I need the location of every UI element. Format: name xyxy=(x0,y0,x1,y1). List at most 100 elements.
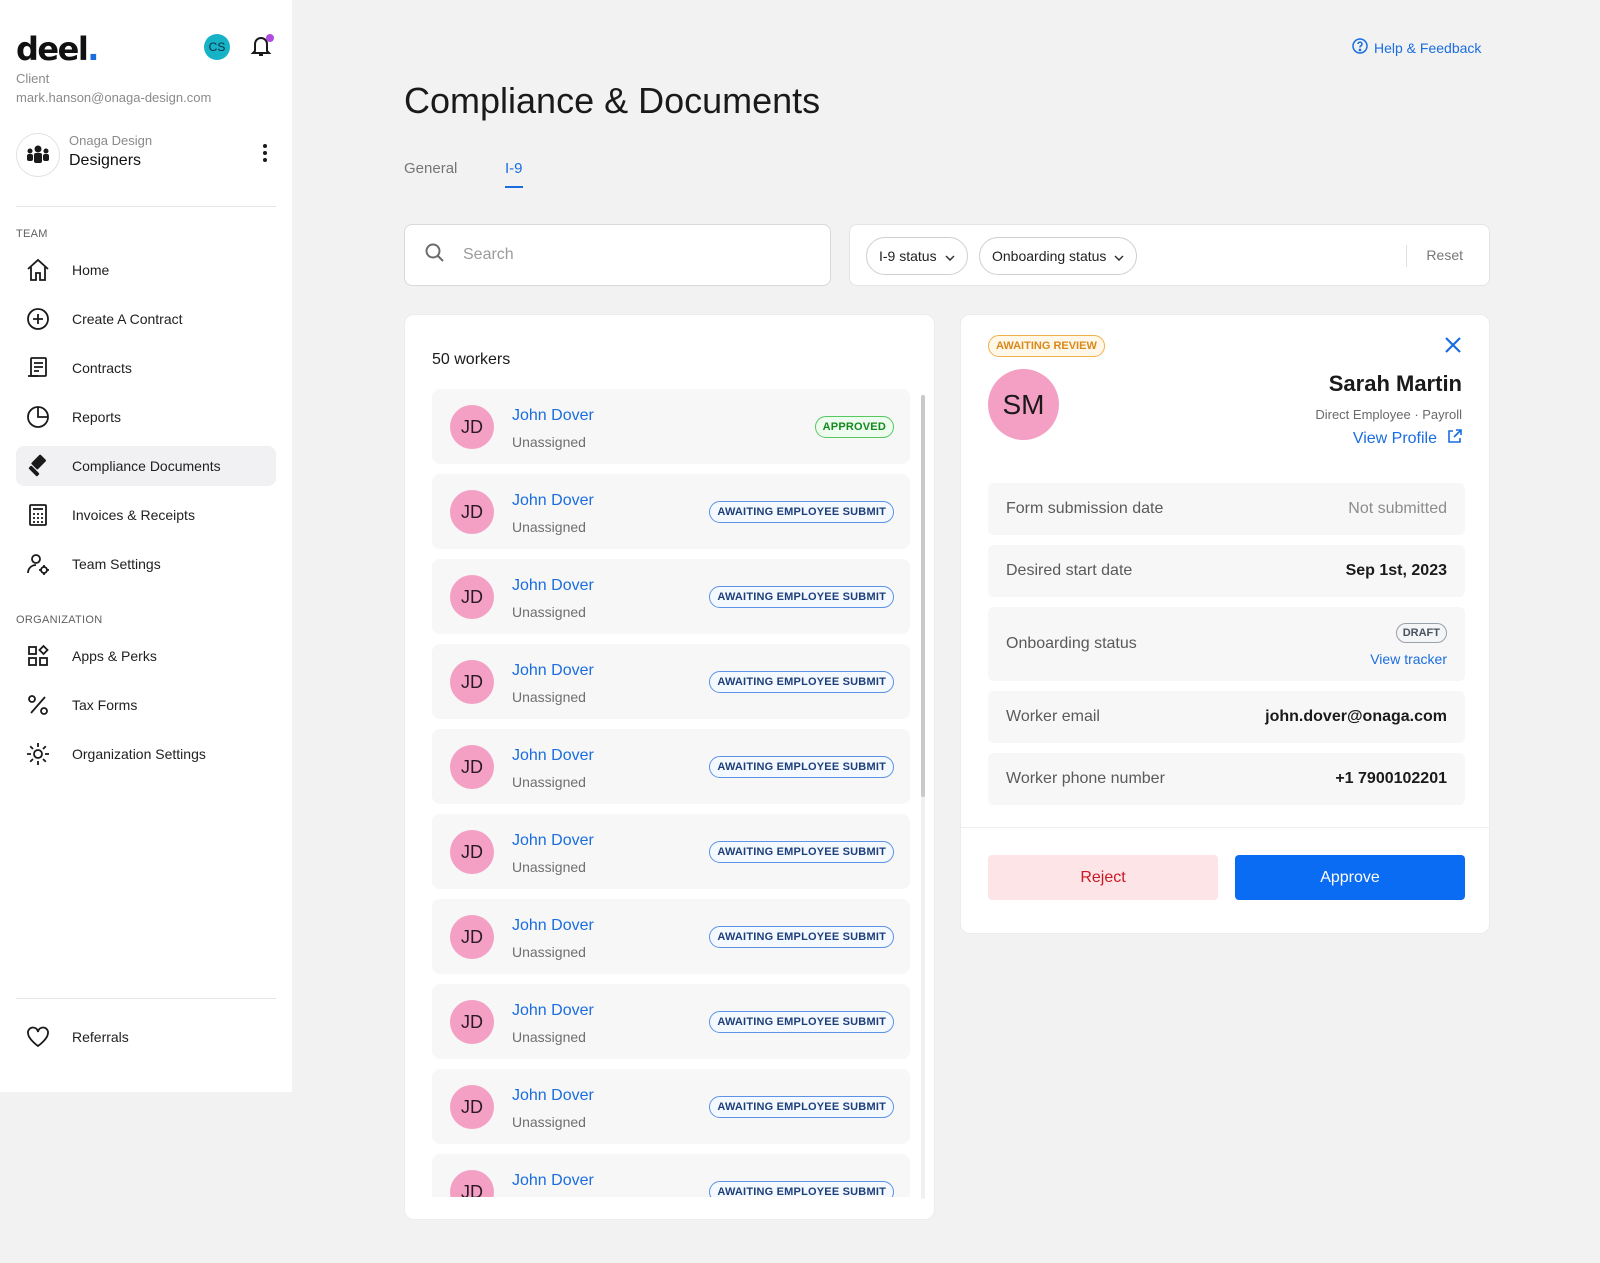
reset-button[interactable]: Reset xyxy=(1426,247,1463,263)
list-item[interactable]: JDJohn DoverUnassignedAWAITING EMPLOYEE … xyxy=(432,474,910,549)
sidebar-divider xyxy=(16,998,276,999)
chevron-down-icon xyxy=(1114,248,1124,264)
onboarding-status-filter[interactable]: Onboarding status xyxy=(979,237,1138,275)
workers-list[interactable]: JD John Dover Unassigned APPROVED JD John Dov… xyxy=(432,389,910,1197)
sidebar-item-reports[interactable]: Reports xyxy=(16,397,276,437)
sidebar-item-label: Tax Forms xyxy=(72,697,138,713)
notifications-bell-icon[interactable] xyxy=(250,34,274,60)
tab-label: General xyxy=(404,160,458,177)
logo-text: deel xyxy=(16,30,89,68)
avatar: JD xyxy=(450,1000,494,1044)
avatar: JD xyxy=(450,1170,494,1197)
field-label: Onboarding status xyxy=(1006,635,1137,652)
deel-logo[interactable]: deel. xyxy=(16,30,99,68)
list-item[interactable]: JDJohn DoverUnassignedAWAITING EMPLOYEE … xyxy=(432,1069,910,1144)
scrollbar-thumb[interactable] xyxy=(921,395,925,797)
worker-assignment: Unassigned xyxy=(512,859,586,875)
sidebar-item-organization-settings[interactable]: Organization Settings xyxy=(16,734,276,774)
list-scrollbar[interactable] xyxy=(921,395,925,1199)
chevron-down-icon xyxy=(945,248,955,264)
approve-button[interactable]: Approve xyxy=(1235,855,1465,900)
worker-name-link[interactable]: John Dover xyxy=(512,832,594,850)
sidebar-item-label: Invoices & Receipts xyxy=(72,507,195,523)
status-badge: AWAITING EMPLOYEE SUBMIT xyxy=(709,671,894,693)
sidebar-item-home[interactable]: Home xyxy=(16,250,276,290)
sidebar-item-tax-forms[interactable]: Tax Forms xyxy=(16,685,276,725)
avatar: JD xyxy=(450,490,494,534)
sidebar-header: deel. CS xyxy=(16,30,276,70)
help-feedback-link[interactable]: Help & Feedback xyxy=(1352,38,1481,57)
notification-dot xyxy=(266,34,274,42)
list-item[interactable]: JDJohn DoverUnassignedAWAITING EMPLOYEE … xyxy=(432,559,910,634)
active-tab-underline xyxy=(505,186,523,188)
worker-name-link[interactable]: John Dover xyxy=(512,662,594,680)
user-avatar[interactable]: CS xyxy=(204,34,230,60)
worker-name-link[interactable]: John Dover xyxy=(512,492,594,510)
sidebar-item-label: Team Settings xyxy=(72,556,161,572)
tab-i9[interactable]: I-9 xyxy=(505,160,523,188)
status-badge: APPROVED xyxy=(814,416,894,438)
sidebar-item-team-settings[interactable]: Team Settings xyxy=(16,544,276,584)
avatar: JD xyxy=(450,1085,494,1129)
sidebar-item-label: Referrals xyxy=(72,1029,129,1045)
status-badge: AWAITING EMPLOYEE SUBMIT xyxy=(709,841,894,863)
worker-name-link[interactable]: John Dover xyxy=(512,917,594,935)
worker-assignment: Unassigned xyxy=(512,1029,586,1045)
worker-name-link[interactable]: John Dover xyxy=(512,407,594,425)
chip-label: I-9 status xyxy=(879,248,937,264)
field-value: +1 7900102201 xyxy=(1335,770,1447,787)
panel-divider xyxy=(961,827,1489,828)
home-icon xyxy=(24,256,52,284)
sidebar-item-label: Reports xyxy=(72,409,122,425)
list-item[interactable]: JD John Dover Unassigned APPROVED xyxy=(432,389,910,464)
sidebar: deel. CS Client mark.hanson@onaga-design… xyxy=(0,0,292,1092)
avatar: JD xyxy=(450,660,494,704)
org-switcher[interactable]: Onaga Design Designers xyxy=(16,130,276,178)
list-item[interactable]: JDJohn DoverUnassignedAWAITING EMPLOYEE … xyxy=(432,814,910,889)
search-input[interactable] xyxy=(463,246,763,264)
view-profile-link[interactable]: View Profile xyxy=(1353,429,1462,449)
worker-name-link[interactable]: John Dover xyxy=(512,1087,594,1105)
sidebar-item-create-contract[interactable]: Create A Contract xyxy=(16,299,276,339)
sidebar-item-label: Home xyxy=(72,262,110,278)
sidebar-item-compliance-documents[interactable]: Compliance Documents xyxy=(16,446,276,486)
worker-name-link[interactable]: John Dover xyxy=(512,1002,594,1020)
search-icon xyxy=(425,243,445,268)
search-box[interactable] xyxy=(404,224,831,286)
status-badge: AWAITING EMPLOYEE SUBMIT xyxy=(709,926,894,948)
view-tracker-link[interactable]: View tracker xyxy=(1370,651,1447,667)
list-item[interactable]: JDJohn DoverUnassignedAWAITING EMPLOYEE … xyxy=(432,644,910,719)
i9-status-filter[interactable]: I-9 status xyxy=(866,237,968,275)
list-item[interactable]: JDJohn DoverUnassignedAWAITING EMPLOYEE … xyxy=(432,984,910,1059)
org-team-name: Designers xyxy=(69,152,142,169)
calculator-icon xyxy=(24,501,52,529)
avatar: SM xyxy=(988,369,1059,440)
user-role: Client xyxy=(16,71,50,86)
worker-name-link[interactable]: John Dover xyxy=(512,577,594,595)
contract-icon xyxy=(24,354,52,382)
kebab-menu-icon[interactable] xyxy=(262,142,268,164)
list-item[interactable]: JDJohn DoverUnassignedAWAITING EMPLOYEE … xyxy=(432,899,910,974)
close-icon[interactable] xyxy=(1443,335,1463,355)
avatar: JD xyxy=(450,405,494,449)
worker-name-link[interactable]: John Dover xyxy=(512,747,594,765)
sidebar-item-contracts[interactable]: Contracts xyxy=(16,348,276,388)
field-label: Desired start date xyxy=(1006,562,1133,579)
avatar: JD xyxy=(450,575,494,619)
sidebar-item-referrals[interactable]: Referrals xyxy=(16,1017,276,1057)
reject-button[interactable]: Reject xyxy=(988,855,1218,900)
list-item[interactable]: JDJohn DoverUnassignedAWAITING EMPLOYEE … xyxy=(432,729,910,804)
team-section-label: TEAM xyxy=(16,228,48,240)
worker-assignment: Unassigned xyxy=(512,944,586,960)
plus-circle-icon xyxy=(24,305,52,333)
sidebar-item-apps-perks[interactable]: Apps & Perks xyxy=(16,636,276,676)
tab-general[interactable]: General xyxy=(404,160,457,177)
worker-name-link[interactable]: John Dover xyxy=(512,1172,594,1190)
sidebar-item-invoices-receipts[interactable]: Invoices & Receipts xyxy=(16,495,276,535)
worker-assignment: Unassigned xyxy=(512,519,586,535)
field-label: Form submission date xyxy=(1006,500,1164,517)
sidebar-item-label: Contracts xyxy=(72,360,132,376)
status-badge: AWAITING EMPLOYEE SUBMIT xyxy=(709,1181,894,1197)
help-circle-icon xyxy=(1352,38,1368,57)
list-item[interactable]: JDJohn DoverUnassignedAWAITING EMPLOYEE … xyxy=(432,1154,910,1197)
